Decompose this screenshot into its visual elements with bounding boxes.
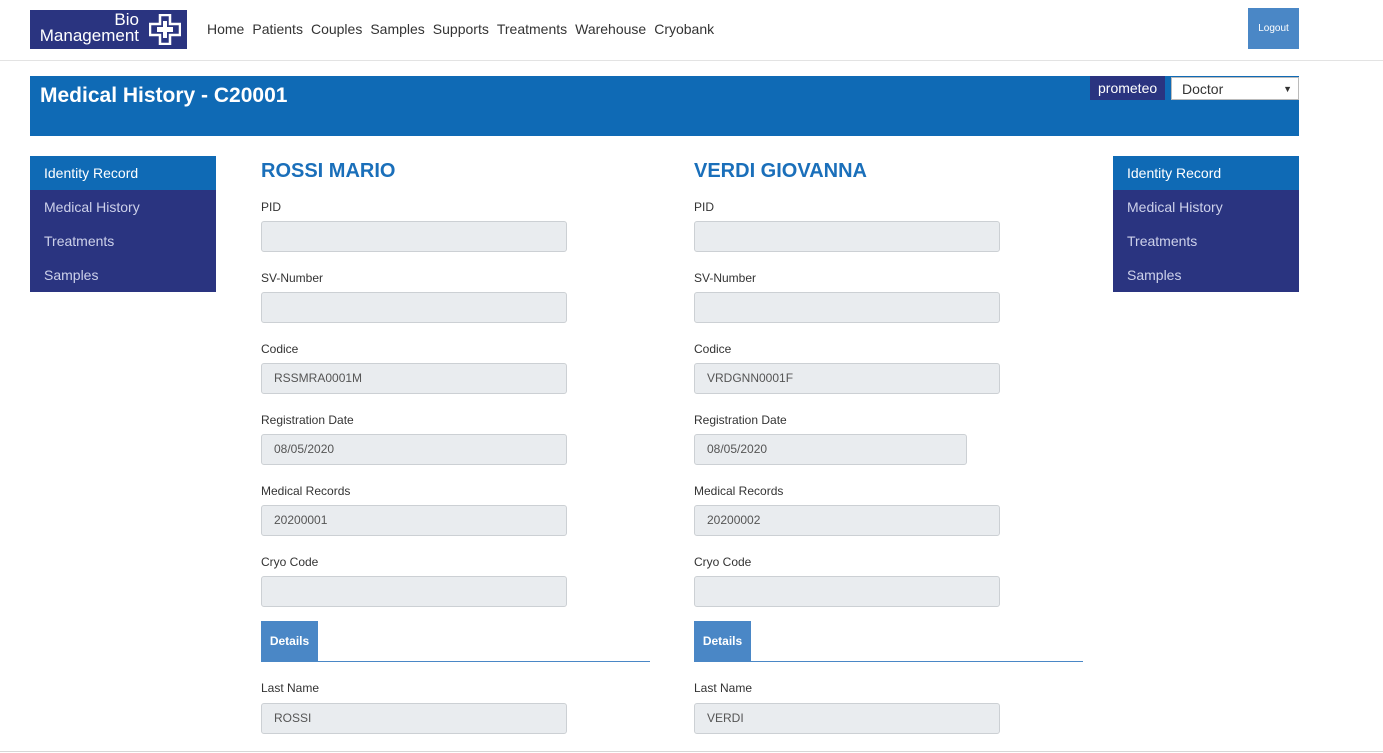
side-item-identity-record[interactable]: Identity Record xyxy=(30,156,216,190)
partner2-name: VERDI GIOVANNA xyxy=(694,160,867,182)
last-name-field[interactable]: ROSSI xyxy=(261,703,567,734)
page-header: Medical History - C20001 prometeo Doctor… xyxy=(30,76,1299,136)
codice-label: Codice xyxy=(261,342,299,356)
role-select[interactable]: Doctor ▼ xyxy=(1171,77,1299,100)
plus-cross-icon xyxy=(149,14,181,45)
cryo-code-label: Cryo Code xyxy=(694,555,752,569)
page-title: Medical History - C20001 xyxy=(40,84,288,107)
caret-down-icon: ▼ xyxy=(1283,84,1292,94)
codice-field[interactable]: VRDGNN0001F xyxy=(694,363,1000,394)
medical-records-label: Medical Records xyxy=(694,484,784,498)
side-menu-right: Identity Record Medical History Treatmen… xyxy=(1113,156,1299,292)
last-name-field[interactable]: VERDI xyxy=(694,703,1000,734)
details-divider xyxy=(261,661,650,662)
side-item-medical-history[interactable]: Medical History xyxy=(1113,190,1299,224)
partner2-column: VERDI GIOVANNA PID SV-Number Codice VRDG… xyxy=(694,156,1083,746)
pid-field[interactable] xyxy=(261,221,567,252)
last-name-label: Last Name xyxy=(694,681,753,695)
sv-number-field[interactable] xyxy=(261,292,567,323)
pid-field[interactable] xyxy=(694,221,1000,252)
logo-line2: Management xyxy=(39,26,139,45)
role-select-value: Doctor xyxy=(1182,81,1224,97)
cryo-code-field[interactable] xyxy=(694,576,1000,607)
sv-number-label: SV-Number xyxy=(261,271,324,285)
details-tab[interactable]: Details xyxy=(694,621,751,661)
side-item-samples[interactable]: Samples xyxy=(30,258,216,292)
nav-supports[interactable]: Supports xyxy=(433,21,489,37)
sv-number-field[interactable] xyxy=(694,292,1000,323)
side-item-samples[interactable]: Samples xyxy=(1113,258,1299,292)
pid-label: PID xyxy=(694,200,715,214)
side-item-treatments[interactable]: Treatments xyxy=(1113,224,1299,258)
main-nav: Home Patients Couples Samples Supports T… xyxy=(207,21,722,37)
app-logo[interactable]: Bio Management xyxy=(30,10,187,49)
registration-date-field[interactable]: 08/05/2020 xyxy=(261,434,567,465)
nav-couples[interactable]: Couples xyxy=(311,21,362,37)
pid-label: PID xyxy=(261,200,282,214)
side-item-medical-history[interactable]: Medical History xyxy=(30,190,216,224)
medical-records-label: Medical Records xyxy=(261,484,351,498)
nav-patients[interactable]: Patients xyxy=(252,21,303,37)
side-menu-left: Identity Record Medical History Treatmen… xyxy=(30,156,216,292)
last-name-label: Last Name xyxy=(261,681,320,695)
page-bottom-divider xyxy=(0,751,1383,752)
sv-number-label: SV-Number xyxy=(694,271,757,285)
codice-label: Codice xyxy=(694,342,732,356)
medical-records-field[interactable]: 20200001 xyxy=(261,505,567,536)
logo-text: Bio Management xyxy=(39,11,139,45)
details-divider xyxy=(694,661,1083,662)
partner1-column: ROSSI MARIO PID SV-Number Codice RSSMRA0… xyxy=(261,156,650,746)
cryo-code-field[interactable] xyxy=(261,576,567,607)
side-item-identity-record[interactable]: Identity Record xyxy=(1113,156,1299,190)
nav-cryobank[interactable]: Cryobank xyxy=(654,21,714,37)
nav-treatments[interactable]: Treatments xyxy=(497,21,567,37)
registration-date-label: Registration Date xyxy=(694,413,787,427)
details-tab[interactable]: Details xyxy=(261,621,318,661)
username-badge: prometeo xyxy=(1090,76,1166,100)
codice-field[interactable]: RSSMRA0001M xyxy=(261,363,567,394)
partner1-name: ROSSI MARIO xyxy=(261,160,396,182)
cryo-code-label: Cryo Code xyxy=(261,555,319,569)
nav-samples[interactable]: Samples xyxy=(370,21,424,37)
nav-warehouse[interactable]: Warehouse xyxy=(575,21,646,37)
nav-home[interactable]: Home xyxy=(207,21,244,37)
registration-date-field[interactable]: 08/05/2020 xyxy=(694,434,967,465)
medical-records-field[interactable]: 20200002 xyxy=(694,505,1000,536)
top-navbar: Bio Management Home Patients Couples Sam… xyxy=(0,0,1383,61)
registration-date-label: Registration Date xyxy=(261,413,354,427)
side-item-treatments[interactable]: Treatments xyxy=(30,224,216,258)
logout-button[interactable]: Logout xyxy=(1248,8,1299,49)
